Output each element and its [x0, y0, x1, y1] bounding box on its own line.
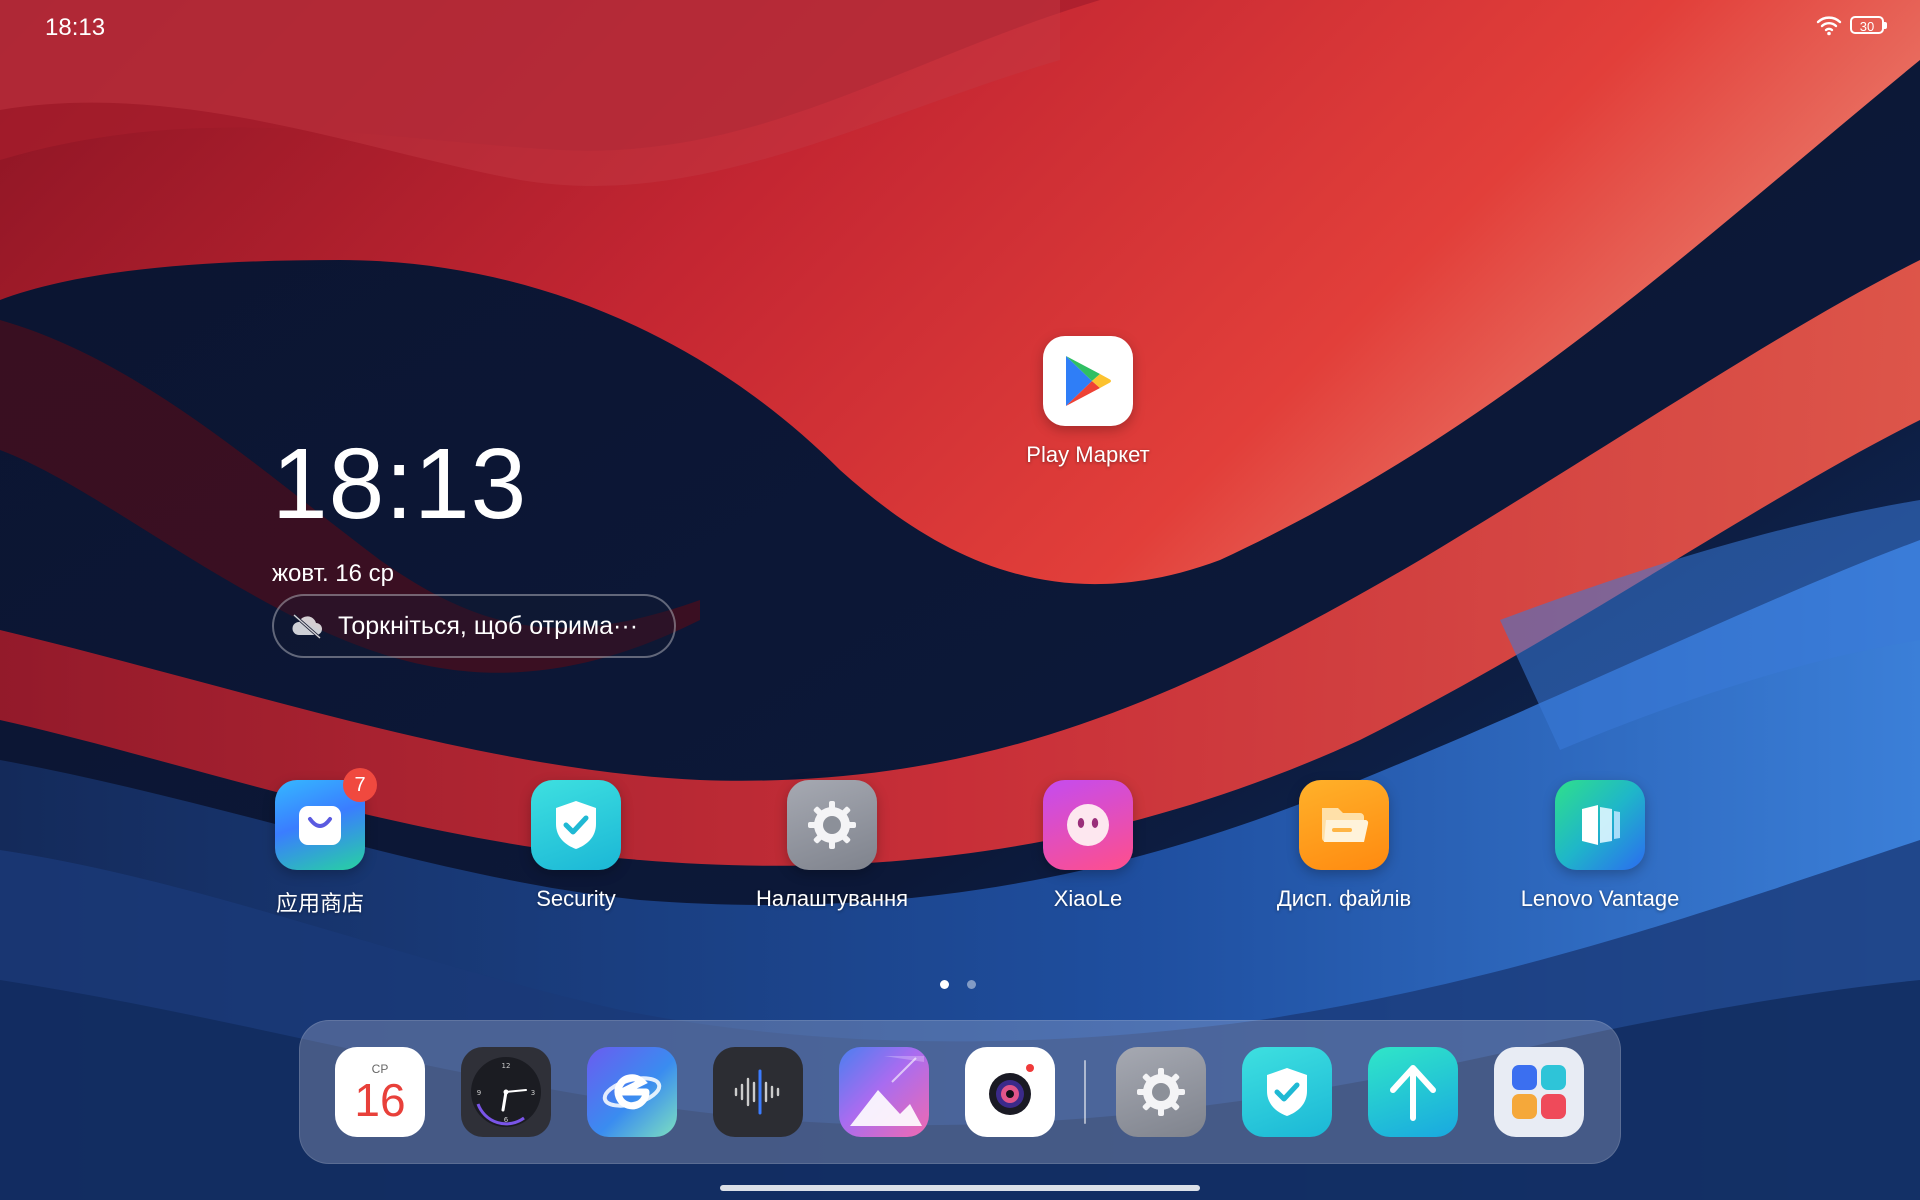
- page-indicator[interactable]: [940, 980, 976, 989]
- app-label: Дисп. файлів: [1276, 886, 1412, 911]
- clock-widget[interactable]: 18:13 жовт. 16 ср: [272, 428, 527, 588]
- vantage-icon: [1555, 780, 1645, 870]
- page-dot-2[interactable]: [967, 980, 976, 989]
- app-label: Play Маркет: [1026, 442, 1150, 467]
- dock-divider: [1084, 1060, 1086, 1124]
- weather-widget-text: Торкніться, щоб отрима···: [338, 611, 639, 640]
- camera-icon[interactable]: [965, 1047, 1055, 1137]
- page-dot-1[interactable]: [940, 980, 949, 989]
- wifi-icon: [1816, 16, 1842, 36]
- app-xiaole[interactable]: XiaoLe: [978, 780, 1198, 912]
- xiaole-face-icon: [1043, 780, 1133, 870]
- status-bar-time: 18:13: [45, 14, 106, 41]
- google-play-icon: [1043, 336, 1133, 426]
- shield-check-icon: [531, 780, 621, 870]
- shopping-bag-icon: 7: [275, 768, 377, 870]
- dock: СР 16 12 3 6 9: [299, 1020, 1621, 1164]
- app-file-manager[interactable]: Дисп. файлів: [1234, 780, 1454, 912]
- gallery-icon[interactable]: [839, 1047, 929, 1137]
- app-label: 应用商店: [275, 891, 364, 916]
- svg-text:9: 9: [477, 1089, 481, 1097]
- app-settings[interactable]: Налаштування: [722, 780, 942, 912]
- cloud-off-icon: [292, 613, 322, 639]
- app-label: Lenovo Vantage: [1520, 886, 1680, 911]
- update-arrow-icon[interactable]: [1368, 1047, 1458, 1137]
- weather-widget[interactable]: Торкніться, щоб отрима···: [272, 594, 676, 658]
- home-indicator[interactable]: [720, 1185, 1200, 1191]
- calendar-icon[interactable]: СР 16: [335, 1047, 425, 1137]
- clock-widget-time: 18:13: [272, 428, 528, 540]
- browser-icon[interactable]: [587, 1047, 677, 1137]
- battery-indicator: 30: [1850, 16, 1887, 34]
- calendar-day: 16: [354, 1074, 406, 1126]
- app-security[interactable]: Security: [466, 780, 686, 912]
- svg-text:6: 6: [504, 1116, 509, 1124]
- app-label: Security: [536, 886, 616, 911]
- gear-icon: [787, 780, 877, 870]
- status-bar-icons: 30: [1816, 14, 1887, 36]
- app-lenovo-vantage[interactable]: Lenovo Vantage: [1490, 780, 1710, 912]
- folder-icon: [1299, 780, 1389, 870]
- clock-icon[interactable]: 12 3 6 9: [461, 1047, 551, 1137]
- app-label: XiaoLe: [1053, 886, 1123, 911]
- app-play-market[interactable]: Play Маркет: [978, 336, 1198, 468]
- shield-check-icon[interactable]: [1242, 1047, 1332, 1137]
- gear-icon[interactable]: [1116, 1047, 1206, 1137]
- app-drawer-icon[interactable]: [1494, 1047, 1584, 1137]
- voice-recorder-icon[interactable]: [713, 1047, 803, 1137]
- clock-widget-date: жовт. 16 ср: [272, 560, 395, 587]
- svg-text:12: 12: [502, 1062, 511, 1070]
- app-app-store[interactable]: 7 应用商店: [210, 768, 430, 918]
- app-label: Налаштування: [755, 886, 909, 911]
- notification-badge: 7: [343, 768, 377, 802]
- svg-text:3: 3: [531, 1089, 535, 1097]
